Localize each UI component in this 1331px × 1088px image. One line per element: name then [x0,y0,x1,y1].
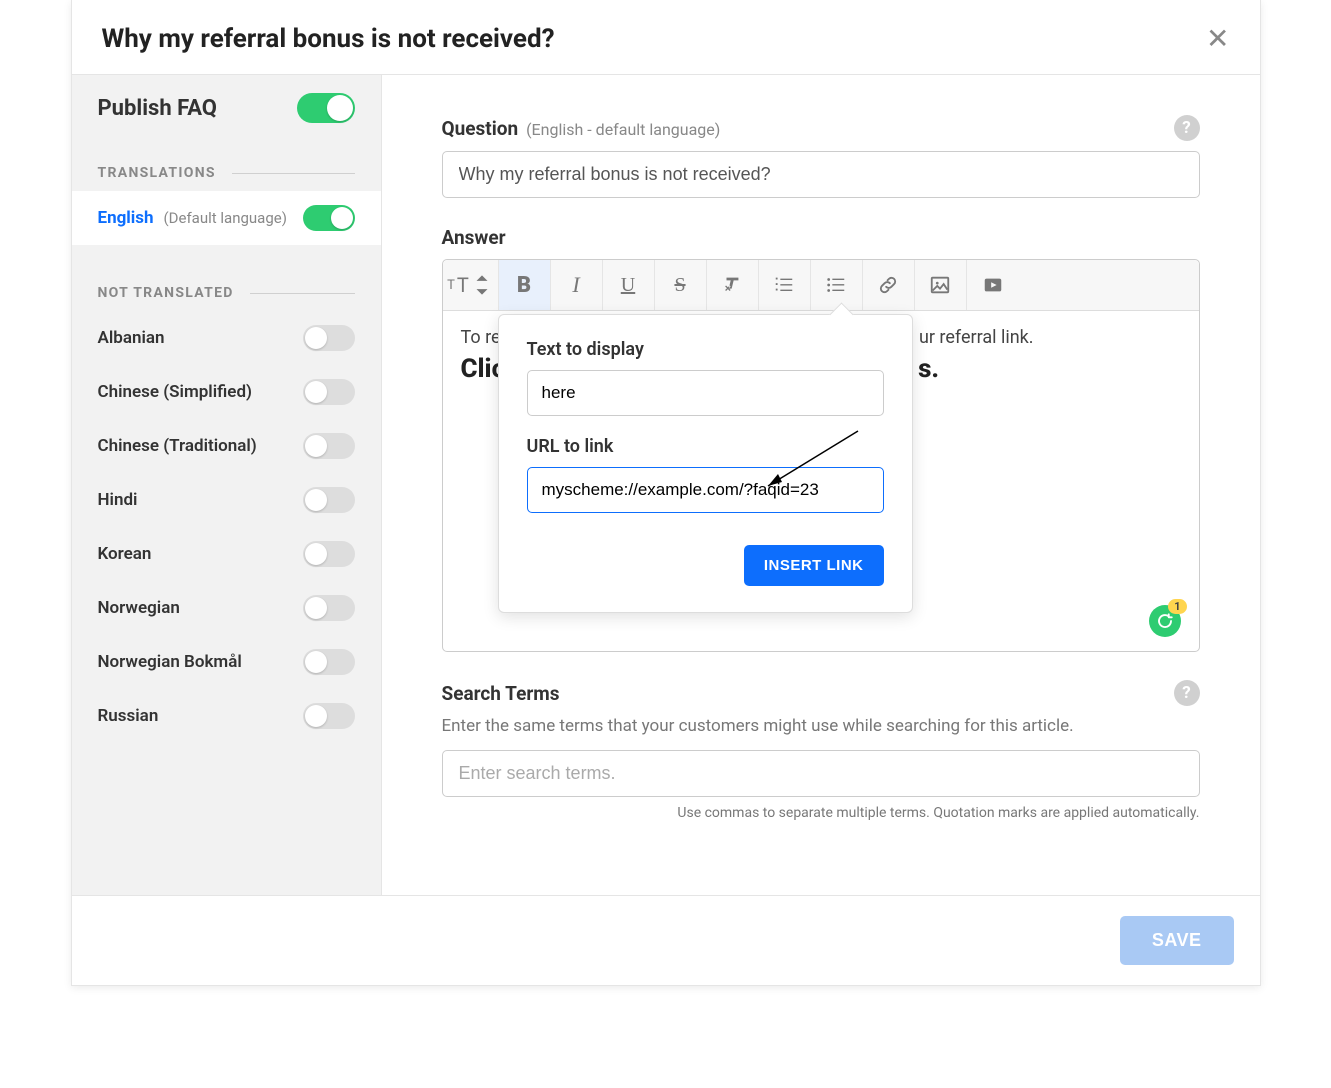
unordered-list-icon [825,274,847,296]
search-terms-hint: Use commas to separate multiple terms. Q… [442,805,1200,821]
publish-faq-label: Publish FAQ [98,96,217,121]
question-label: Question [442,117,519,140]
sidebar-item-english[interactable]: English (Default language) [72,191,381,245]
modal-footer: SAVE [72,895,1260,985]
link-icon [877,274,899,296]
font-size-icon: TT [447,273,493,297]
insert-link-button[interactable]: INSERT LINK [744,545,884,586]
underline-icon: U [621,274,635,297]
bold-button[interactable]: B [499,260,551,310]
bold-icon: B [517,273,531,298]
default-language-note: (Default language) [164,209,287,227]
translations-heading: TRANSLATIONS [98,165,216,181]
help-icon[interactable]: ? [1174,115,1200,141]
url-to-link-label: URL to link [527,436,884,457]
italic-button[interactable]: I [551,260,603,310]
close-icon: ✕ [1206,23,1229,54]
publish-faq-toggle[interactable] [297,93,355,123]
divider [232,173,355,174]
clear-format-icon [721,274,743,296]
page-title: Why my referral bonus is not received? [102,24,555,54]
answer-editor: TT B I U S [442,259,1200,652]
language-toggle[interactable] [303,541,355,567]
language-name: Hindi [98,490,138,510]
language-toggle[interactable] [303,703,355,729]
sidebar-item-chinese-simplified[interactable]: Chinese (Simplified) [72,365,381,419]
video-button[interactable] [967,260,1019,310]
sidebar: Publish FAQ TRANSLATIONS English (Defaul… [72,75,382,895]
language-toggle[interactable] [303,379,355,405]
language-name: English [98,208,154,228]
language-name: Russian [98,706,159,726]
language-name: Chinese (Simplified) [98,382,252,402]
text-to-display-label: Text to display [527,339,884,360]
italic-icon: I [572,272,579,298]
question-input[interactable] [442,151,1200,198]
ordered-list-button[interactable] [759,260,811,310]
close-button[interactable]: ✕ [1206,25,1229,53]
language-toggle[interactable] [303,487,355,513]
language-toggle-english[interactable] [303,205,355,231]
text-to-display-input[interactable] [527,370,884,416]
language-toggle[interactable] [303,325,355,351]
language-toggle[interactable] [303,649,355,675]
divider [250,293,355,294]
language-name: Chinese (Traditional) [98,436,257,456]
sidebar-item-russian[interactable]: Russian [72,689,381,743]
grammarly-badge[interactable]: 1 [1149,605,1181,637]
language-toggle[interactable] [303,595,355,621]
video-icon [982,274,1004,296]
language-name: Albanian [98,328,165,348]
strikethrough-button[interactable]: S [655,260,707,310]
search-terms-input[interactable] [442,750,1200,797]
unordered-list-button[interactable] [811,260,863,310]
url-to-link-input[interactable] [527,467,884,513]
image-button[interactable] [915,260,967,310]
sidebar-item-norwegian-bokmal[interactable]: Norwegian Bokmål [72,635,381,689]
answer-text-fragment: ur referral link. [919,327,1034,348]
ordered-list-icon [773,274,795,296]
help-icon[interactable]: ? [1174,680,1200,706]
sidebar-item-korean[interactable]: Korean [72,527,381,581]
language-toggle[interactable] [303,433,355,459]
sidebar-item-albanian[interactable]: Albanian [72,311,381,365]
grammarly-count: 1 [1168,599,1186,614]
answer-label: Answer [442,226,506,249]
not-translated-heading: NOT TRANSLATED [98,285,234,301]
insert-link-popover: Text to display URL to link INSERT LINK [498,314,913,613]
underline-button[interactable]: U [603,260,655,310]
search-terms-help-text: Enter the same terms that your customers… [442,716,1200,736]
main-content: Question (English - default language) ? … [382,75,1260,895]
save-button[interactable]: SAVE [1120,916,1234,965]
font-size-button[interactable]: TT [443,260,499,310]
link-button[interactable] [863,260,915,310]
clear-format-button[interactable] [707,260,759,310]
sidebar-item-hindi[interactable]: Hindi [72,473,381,527]
language-name: Korean [98,544,152,564]
search-terms-label: Search Terms [442,682,560,705]
answer-textarea[interactable]: To rec ur referral link. Clic s. Text to… [443,311,1199,651]
strikethrough-icon: S [674,274,685,297]
editor-toolbar: TT B I U S [443,260,1199,311]
image-icon [929,274,951,296]
sidebar-item-norwegian[interactable]: Norwegian [72,581,381,635]
language-name: Norwegian Bokmål [98,652,242,672]
question-lang-note: (English - default language) [526,120,720,139]
answer-text-fragment: s. [918,354,939,384]
sidebar-item-chinese-traditional[interactable]: Chinese (Traditional) [72,419,381,473]
language-name: Norwegian [98,598,180,618]
